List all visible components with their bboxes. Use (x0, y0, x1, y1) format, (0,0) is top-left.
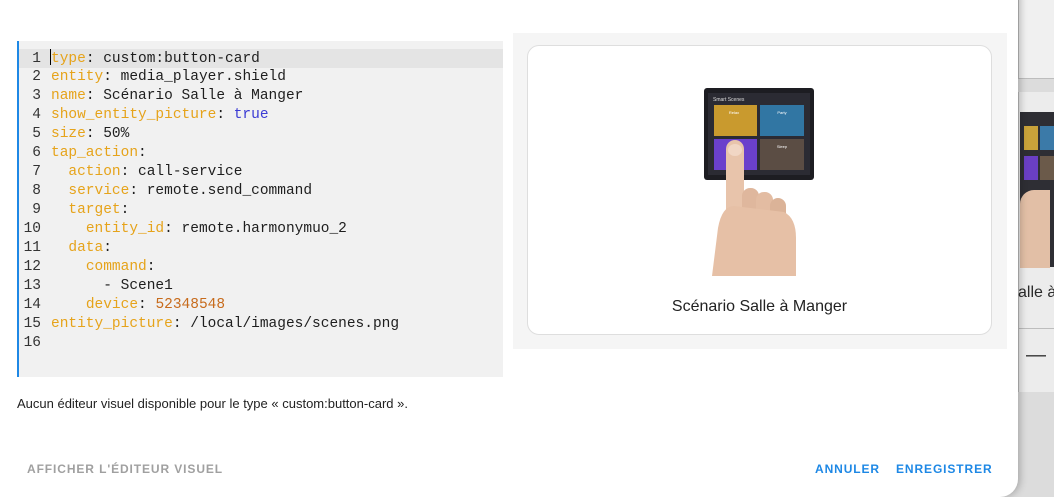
code-line[interactable]: 7 action: call-service (19, 163, 503, 182)
yaml-code-editor[interactable]: 1 type: custom:button-card 2 entity: media_… (17, 41, 503, 377)
yaml-key: device (85, 297, 139, 313)
line-number: 13 (23, 278, 41, 294)
picture-header: Smart Scenes (713, 97, 745, 103)
yaml-key: entity (51, 69, 104, 85)
yaml-separator: : (216, 107, 234, 123)
yaml-key: size (51, 126, 86, 142)
line-number: 1 (32, 51, 41, 67)
code-line[interactable]: 11 data: (19, 239, 503, 258)
no-visual-editor-message: Aucun éditeur visuel disponible pour le … (17, 396, 408, 411)
line-number: 14 (23, 297, 41, 313)
code-line[interactable]: 2 entity: media_player.shield (19, 68, 503, 87)
background-hand-graphic (1020, 190, 1050, 268)
entity-picture: Smart Scenes Relax Party Movie Sleep (704, 88, 814, 276)
line-number: 8 (32, 183, 41, 199)
code-line[interactable]: 4 show_entity_picture: true (19, 106, 503, 125)
line-number: 4 (32, 107, 41, 123)
yaml-separator: : (164, 221, 182, 237)
line-number: 6 (32, 145, 41, 161)
yaml-separator: : (103, 240, 112, 256)
code-line[interactable]: 15 entity_picture: /local/images/scenes.p… (19, 315, 503, 334)
yaml-value: call-service (138, 164, 243, 180)
line-number: 12 (23, 259, 41, 275)
yaml-key: show_entity_picture (51, 107, 217, 123)
yaml-separator: : (103, 69, 121, 85)
background-card-top (1018, 0, 1054, 79)
yaml-key: type (51, 51, 86, 67)
tile-label: Relax (729, 110, 739, 115)
card-preview-area: Smart Scenes Relax Party Movie Sleep (513, 33, 1007, 349)
code-line[interactable]: 14 device: 52348548 (19, 296, 503, 315)
line-number: 11 (23, 240, 41, 256)
yaml-value: remote.send_command (146, 183, 313, 199)
yaml-separator: : (85, 126, 104, 142)
tile-label: Sleep (777, 144, 788, 149)
code-line[interactable]: 13 - Scene1 (19, 277, 503, 296)
yaml-separator: : (120, 202, 130, 218)
code-line[interactable]: 16 (19, 334, 503, 353)
code-line[interactable]: 10 entity_id: remote.harmonymuo_2 (19, 220, 503, 239)
code-line[interactable]: 9 target: (19, 201, 503, 220)
background-card-name: alle à (1018, 284, 1054, 301)
yaml-separator: : (172, 316, 191, 332)
cancel-button[interactable]: ANNULER (815, 462, 880, 476)
code-line[interactable]: 6 tap_action: (19, 144, 503, 163)
yaml-separator: : (85, 88, 104, 104)
yaml-key: tap_action (51, 145, 139, 161)
yaml-separator: : (138, 297, 156, 313)
line-number: 9 (32, 202, 41, 218)
line-number: 10 (23, 221, 41, 237)
yaml-separator: : (85, 51, 104, 67)
yaml-value: - Scene1 (103, 278, 173, 294)
yaml-key: action (68, 164, 121, 180)
yaml-key: name (51, 88, 86, 104)
yaml-key: service (68, 183, 130, 199)
line-number: 5 (32, 126, 41, 142)
line-number: 7 (32, 164, 41, 180)
code-line[interactable]: 3 name: Scénario Salle à Manger (19, 87, 503, 106)
yaml-value: true (233, 107, 269, 123)
yaml-value: /local/images/scenes.png (190, 316, 400, 332)
background-divider (1018, 328, 1054, 329)
yaml-separator: : (129, 183, 147, 199)
yaml-value: 50% (103, 126, 130, 142)
yaml-value: remote.harmonymuo_2 (181, 221, 347, 237)
yaml-key: data (68, 240, 104, 256)
code-line[interactable]: 1 type: custom:button-card (19, 49, 503, 68)
yaml-key: command (85, 259, 147, 275)
line-number: 2 (32, 69, 41, 85)
yaml-key: entity_picture (51, 316, 173, 332)
save-button[interactable]: ENREGISTRER (896, 462, 993, 476)
line-number: 15 (23, 316, 41, 332)
card-name: Scénario Salle à Manger (671, 298, 848, 315)
yaml-separator: : (146, 259, 156, 275)
minus-icon[interactable]: — (1026, 344, 1046, 367)
tile-label: Party (777, 110, 786, 115)
yaml-value: Scénario Salle à Manger (103, 88, 304, 104)
code-line[interactable]: 8 service: remote.send_command (19, 182, 503, 201)
yaml-value: 52348548 (155, 297, 226, 313)
yaml-separator: : (120, 164, 139, 180)
yaml-separator: : (138, 145, 147, 161)
code-line[interactable]: 12 command: (19, 258, 503, 277)
yaml-key: entity_id (85, 221, 165, 237)
yaml-value: custom:button-card (103, 51, 260, 67)
yaml-key: target (68, 202, 121, 218)
yaml-value: media_player.shield (120, 69, 286, 85)
line-number: 3 (32, 88, 41, 104)
show-visual-editor-button[interactable]: AFFICHER L'ÉDITEUR VISUEL (27, 462, 223, 476)
line-number: 16 (23, 335, 41, 351)
code-line[interactable]: 5 size: 50% (19, 125, 503, 144)
button-card-preview[interactable]: Smart Scenes Relax Party Movie Sleep (527, 45, 992, 335)
card-editor-dialog: 1 type: custom:button-card 2 entity: media_… (0, 0, 1018, 497)
